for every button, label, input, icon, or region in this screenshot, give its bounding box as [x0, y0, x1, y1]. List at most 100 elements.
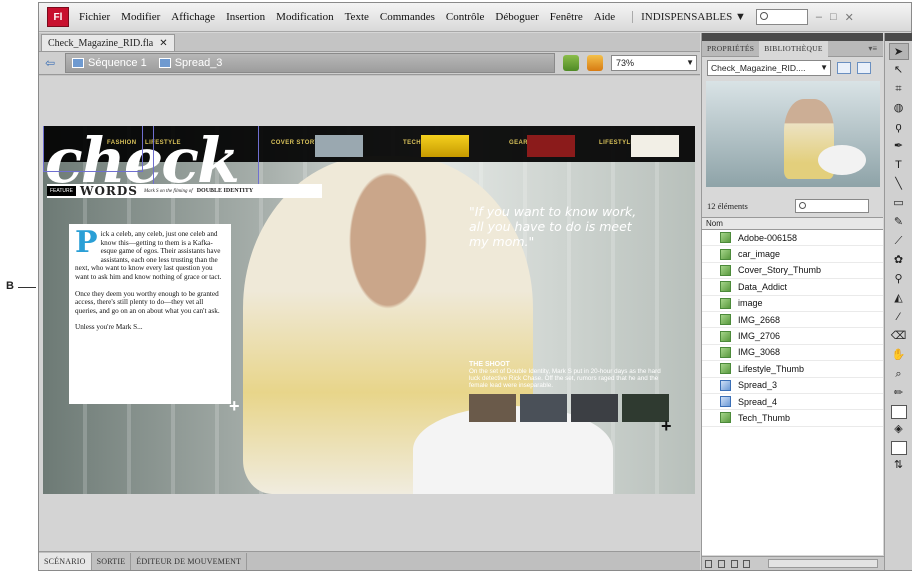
minimize-button[interactable]: –: [816, 11, 822, 23]
shoot-thumb-1: [469, 394, 516, 422]
tools-header-strip: [885, 33, 912, 41]
menu-texte[interactable]: Texte: [345, 11, 369, 23]
stroke-color-swatch[interactable]: [890, 405, 907, 419]
3d-rotation-icon[interactable]: ◍: [889, 100, 909, 117]
text-icon[interactable]: T: [889, 157, 909, 174]
rectangle-icon[interactable]: ▭: [889, 195, 909, 212]
edit-scene-icon[interactable]: [563, 55, 579, 71]
eraser-icon[interactable]: ⌫: [889, 328, 909, 345]
edit-bar: ⇦ Séquence 1 Spread_3 73% ▼: [39, 51, 700, 75]
delete-icon[interactable]: [743, 560, 751, 568]
back-arrow-icon[interactable]: ⇦: [45, 56, 59, 70]
edit-symbol-icon[interactable]: [587, 55, 603, 71]
bitmap-icon: [720, 248, 731, 260]
document-tab[interactable]: Check_Magazine_RID.fla ✕: [41, 34, 175, 51]
new-folder-icon[interactable]: [717, 560, 725, 568]
pin-library-icon[interactable]: [837, 62, 851, 74]
selection-box: [153, 126, 259, 192]
preview-dog: [818, 145, 866, 175]
menu-affichage[interactable]: Affichage: [171, 11, 215, 23]
list-item[interactable]: IMG_3068: [702, 345, 883, 362]
list-item[interactable]: Cover_Story_Thumb: [702, 263, 883, 280]
fill-color-swatch[interactable]: [890, 441, 907, 455]
horizontal-scrollbar[interactable]: [768, 559, 878, 568]
breadcrumb-symbol[interactable]: Spread_3: [175, 57, 223, 69]
tab-sortie[interactable]: SORTIE: [92, 552, 132, 570]
search-icon: [759, 12, 768, 20]
scene-icon: [72, 58, 84, 68]
breadcrumb: Séquence 1 Spread_3: [65, 53, 555, 73]
properties-icon[interactable]: [730, 560, 738, 568]
menu-commandes[interactable]: Commandes: [380, 11, 435, 23]
tab-scenario[interactable]: SCÉNARIO: [39, 552, 92, 570]
maximize-button[interactable]: □: [830, 11, 837, 23]
free-transform-icon[interactable]: ⌗: [889, 81, 909, 98]
list-item[interactable]: Data_Addict: [702, 279, 883, 296]
menu-modifier[interactable]: Modifier: [121, 11, 160, 23]
bone-icon[interactable]: ⚲: [889, 271, 909, 288]
panel-menu-icon[interactable]: ▾≡: [868, 44, 877, 53]
menu-aide[interactable]: Aide: [594, 11, 615, 23]
zoom-select[interactable]: 73% ▼: [611, 55, 697, 71]
paint-bucket-icon[interactable]: ◭: [889, 290, 909, 307]
bitmap-icon: [720, 264, 731, 276]
shoot-text: On the set of Double Identity, Mark S pu…: [469, 368, 661, 389]
tab-bibliotheque[interactable]: BIBLIOTHÈQUE: [759, 40, 828, 57]
stroke-color-icon[interactable]: ✏: [889, 385, 909, 402]
line-icon[interactable]: ╲: [889, 176, 909, 193]
list-item[interactable]: IMG_2706: [702, 328, 883, 345]
workspace-switcher[interactable]: INDISPENSABLES ▼: [632, 11, 746, 23]
bitmap-icon: [720, 412, 731, 424]
lasso-icon[interactable]: ϙ: [889, 119, 909, 136]
pencil-icon[interactable]: ✎: [889, 214, 909, 231]
menu-deboguer[interactable]: Déboguer: [495, 11, 538, 23]
list-item[interactable]: Tech_Thumb: [702, 410, 883, 427]
article-text-box[interactable]: P ick a celeb, any celeb, just one celeb…: [69, 224, 231, 404]
list-item[interactable]: car_image: [702, 246, 883, 263]
library-search-input[interactable]: [795, 199, 869, 213]
menu-fichier[interactable]: Fichier: [79, 11, 110, 23]
library-select[interactable]: Check_Magazine_RID.... ▼: [707, 60, 831, 76]
help-search-input[interactable]: [755, 9, 808, 25]
list-item[interactable]: IMG_2668: [702, 312, 883, 329]
breadcrumb-scene[interactable]: Séquence 1: [88, 57, 147, 69]
tab-proprietes[interactable]: PROPRIÉTÉS: [702, 41, 759, 57]
list-item[interactable]: Adobe-006158: [702, 230, 883, 247]
shoot-title: THE SHOOT: [469, 361, 510, 368]
close-icon[interactable]: ✕: [159, 38, 167, 49]
zoom-icon[interactable]: ⌕: [889, 366, 909, 383]
selection-icon[interactable]: ➤: [888, 43, 909, 60]
new-symbol-icon[interactable]: [705, 560, 712, 568]
close-button[interactable]: ✕: [845, 11, 854, 24]
tab-editeur-mouvement[interactable]: ÉDITEUR DE MOUVEMENT: [131, 552, 248, 570]
search-icon: [799, 202, 806, 209]
brush-icon[interactable]: ⟋: [889, 233, 909, 250]
swap-colors-icon[interactable]: ⇅: [889, 457, 909, 474]
eyedropper-icon[interactable]: ⁄: [889, 309, 909, 326]
bitmap-icon: [720, 346, 731, 358]
menu-fenetre[interactable]: Fenêtre: [550, 11, 583, 23]
menu-modification[interactable]: Modification: [276, 11, 333, 23]
fill-color-icon[interactable]: ◈: [889, 421, 909, 438]
transform-point-icon: +: [661, 416, 672, 436]
menu-insertion[interactable]: Insertion: [226, 11, 265, 23]
pen-icon[interactable]: ✒: [889, 138, 909, 155]
article-title: DOUBLE IDENTITY: [196, 188, 254, 194]
list-item[interactable]: Spread_4: [702, 394, 883, 411]
new-library-panel-icon[interactable]: [857, 62, 871, 74]
deco-icon[interactable]: ✿: [889, 252, 909, 269]
feature-tag: FEATURE: [47, 186, 76, 196]
bitmap-icon: [720, 363, 731, 375]
menu-controle[interactable]: Contrôle: [446, 11, 485, 23]
library-panel: PROPRIÉTÉS BIBLIOTHÈQUE ▾≡ Check_Magazin…: [701, 33, 884, 570]
list-item[interactable]: Spread_3: [702, 378, 883, 394]
nav-lifestyle-2: LIFESTYLE: [599, 140, 635, 146]
list-item[interactable]: Lifestyle_Thumb: [702, 361, 883, 378]
item-count: 12 éléments: [707, 201, 748, 211]
shoot-thumb-2: [520, 394, 567, 422]
list-item[interactable]: image: [702, 296, 883, 312]
list-column-header[interactable]: Nom: [702, 217, 883, 230]
stage[interactable]: FASHION LIFESTYLE COVER STORY TECH GEAR …: [43, 126, 695, 494]
hand-icon[interactable]: ✋: [889, 347, 909, 364]
subselection-icon[interactable]: ↖: [889, 62, 909, 79]
